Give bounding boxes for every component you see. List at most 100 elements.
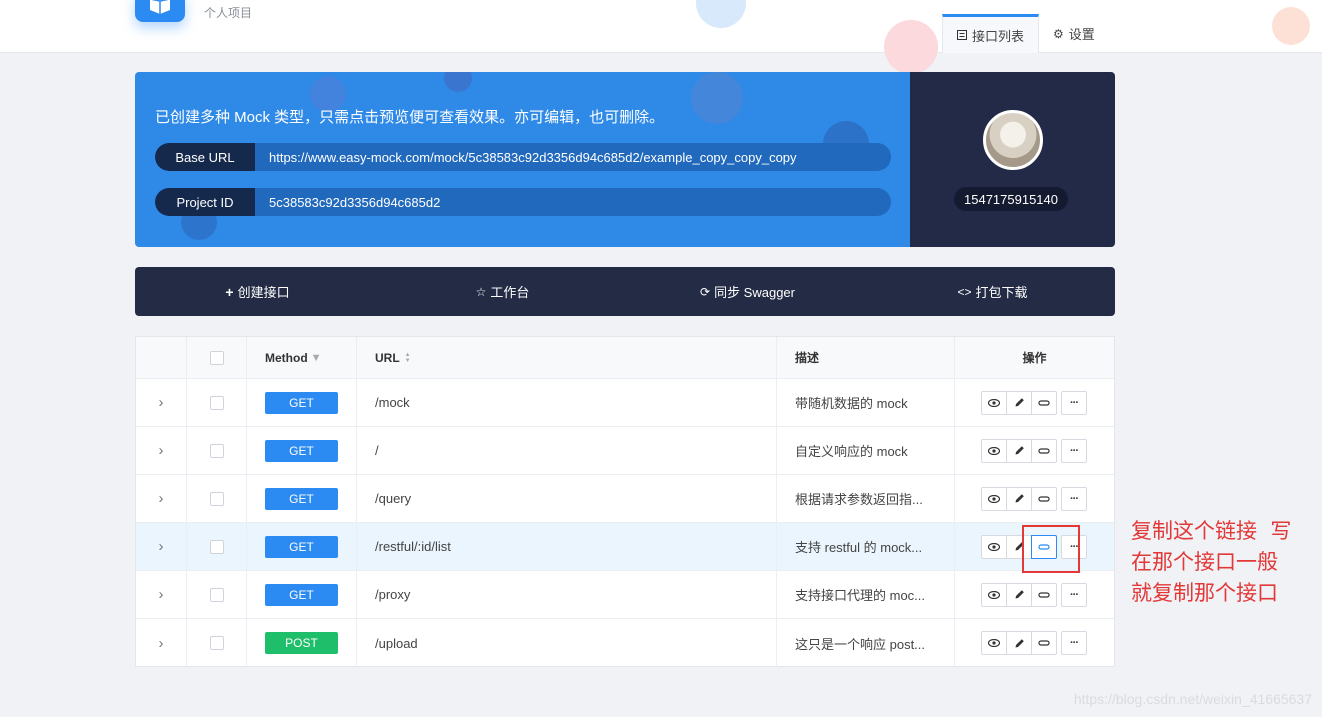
url-column-header[interactable]: URL ▲ ▼ bbox=[357, 337, 777, 378]
pencil-icon bbox=[1014, 638, 1025, 649]
desc-cell: 带随机数据的 mock bbox=[777, 379, 955, 426]
copy-link-button[interactable] bbox=[1031, 534, 1057, 559]
plus-icon: + bbox=[225, 283, 234, 300]
project-id-label: Project ID bbox=[155, 188, 255, 216]
edit-button[interactable] bbox=[1006, 631, 1032, 655]
chevron-right-icon[interactable]: › bbox=[159, 490, 164, 507]
ops-cell: ··· bbox=[955, 571, 1114, 618]
expand-cell: › bbox=[136, 379, 187, 426]
method-cell: GET bbox=[247, 571, 357, 618]
link-icon bbox=[1038, 495, 1050, 503]
table-row: › GET / 自定义响应的 mock ··· bbox=[136, 427, 1114, 475]
copy-link-button[interactable] bbox=[1031, 390, 1057, 415]
pencil-icon bbox=[1014, 493, 1025, 504]
expand-cell: › bbox=[136, 523, 187, 570]
row-checkbox[interactable] bbox=[209, 539, 224, 554]
url-cell: /restful/:id/list bbox=[357, 523, 777, 570]
decor-circle bbox=[1272, 7, 1310, 45]
method-header-label: Method bbox=[265, 350, 308, 365]
create-api-button[interactable]: + 创建接口 bbox=[135, 267, 380, 316]
copy-link-button[interactable] bbox=[1031, 582, 1057, 607]
row-checkbox[interactable] bbox=[209, 443, 224, 458]
base-url-field[interactable]: Base URL https://www.easy-mock.com/mock/… bbox=[155, 143, 891, 171]
tab-settings[interactable]: ⚙ 设置 bbox=[1039, 14, 1109, 53]
preview-button[interactable] bbox=[981, 631, 1007, 655]
method-cell: GET bbox=[247, 523, 357, 570]
ops-button-group bbox=[981, 534, 1057, 559]
sort-icon[interactable]: ▲ ▼ bbox=[405, 352, 411, 364]
table-row: › POST/upload 这只是一个响应 post... ··· bbox=[136, 619, 1114, 667]
chevron-right-icon[interactable]: › bbox=[159, 586, 164, 603]
project-id-value[interactable]: 5c38583c92d3356d94c685d2 bbox=[255, 195, 440, 210]
method-cell: GET bbox=[247, 475, 357, 522]
sync-swagger-button[interactable]: ⟳ 同步 Swagger bbox=[625, 267, 870, 316]
more-button[interactable]: ··· bbox=[1061, 390, 1087, 415]
list-icon bbox=[957, 30, 967, 40]
more-button[interactable]: ··· bbox=[1061, 631, 1087, 655]
workbench-button[interactable]: ☆ 工作台 bbox=[380, 267, 625, 316]
avatar[interactable] bbox=[983, 110, 1043, 170]
copy-link-button[interactable] bbox=[1031, 438, 1057, 463]
ops-button-group bbox=[981, 390, 1057, 415]
desc-text: 自定义响应的 mock bbox=[795, 444, 908, 459]
base-url-value[interactable]: https://www.easy-mock.com/mock/5c38583c9… bbox=[255, 150, 797, 165]
eye-icon bbox=[988, 590, 1000, 599]
more-icon: ··· bbox=[1070, 637, 1079, 649]
method-badge: GET bbox=[265, 439, 338, 462]
cube-icon bbox=[150, 0, 170, 14]
ops-button-group bbox=[981, 438, 1057, 463]
method-badge: GET bbox=[265, 583, 338, 606]
method-badge: GET bbox=[265, 391, 338, 414]
sync-swagger-label: 同步 Swagger bbox=[714, 285, 795, 300]
preview-button[interactable] bbox=[981, 582, 1007, 607]
more-button[interactable]: ··· bbox=[1061, 438, 1087, 463]
annotation-note: 复制这个链接 写 在那个接口一般 就复制那个接口 bbox=[1131, 519, 1292, 605]
chevron-right-icon[interactable]: › bbox=[159, 635, 164, 652]
chevron-right-icon[interactable]: › bbox=[159, 538, 164, 555]
copy-link-button[interactable] bbox=[1031, 631, 1057, 655]
download-button[interactable]: <> 打包下载 bbox=[870, 267, 1115, 316]
preview-button[interactable] bbox=[981, 534, 1007, 559]
chevron-right-icon[interactable]: › bbox=[159, 394, 164, 411]
url-cell: /mock bbox=[357, 379, 777, 426]
pencil-icon bbox=[1014, 589, 1025, 600]
decor-circle bbox=[696, 0, 746, 28]
top-header: 个人项目 接口列表 ⚙ 设置 bbox=[0, 0, 1322, 74]
copy-link-button[interactable] bbox=[1031, 486, 1057, 511]
desc-column-header: 描述 bbox=[777, 337, 955, 378]
filter-icon[interactable]: ▼ bbox=[311, 352, 322, 364]
row-checkbox[interactable] bbox=[209, 491, 224, 506]
row-checkbox[interactable] bbox=[209, 395, 224, 410]
app-logo[interactable] bbox=[135, 0, 185, 22]
link-icon bbox=[1038, 399, 1050, 407]
select-cell bbox=[187, 379, 247, 426]
edit-button[interactable] bbox=[1006, 438, 1032, 463]
url-cell: / bbox=[357, 427, 777, 474]
select-all-checkbox[interactable] bbox=[209, 350, 224, 365]
more-icon: ··· bbox=[1070, 396, 1079, 409]
project-id-field[interactable]: Project ID 5c38583c92d3356d94c685d2 bbox=[155, 188, 891, 216]
method-column-header[interactable]: Method ▼ bbox=[247, 337, 357, 378]
tab-api-list[interactable]: 接口列表 bbox=[942, 14, 1040, 53]
expand-cell: › bbox=[136, 619, 187, 667]
method-badge: GET bbox=[265, 535, 338, 558]
row-checkbox[interactable] bbox=[209, 587, 224, 602]
decor-circle bbox=[444, 72, 472, 92]
more-button[interactable]: ··· bbox=[1061, 486, 1087, 511]
ops-cell: ··· bbox=[955, 427, 1114, 474]
ops-button-group bbox=[981, 486, 1057, 511]
preview-button[interactable] bbox=[981, 438, 1007, 463]
ops-cell: ··· bbox=[955, 475, 1114, 522]
more-button[interactable]: ··· bbox=[1061, 582, 1087, 607]
preview-button[interactable] bbox=[981, 390, 1007, 415]
url-header-label: URL bbox=[375, 350, 400, 365]
edit-button[interactable] bbox=[1006, 390, 1032, 415]
row-checkbox[interactable] bbox=[209, 636, 224, 650]
preview-button[interactable] bbox=[981, 486, 1007, 511]
ops-column-header: 操作 bbox=[955, 337, 1114, 378]
edit-button[interactable] bbox=[1006, 486, 1032, 511]
download-label: 打包下载 bbox=[975, 285, 1028, 300]
url-cell: /query bbox=[357, 475, 777, 522]
chevron-right-icon[interactable]: › bbox=[159, 442, 164, 459]
edit-button[interactable] bbox=[1006, 582, 1032, 607]
